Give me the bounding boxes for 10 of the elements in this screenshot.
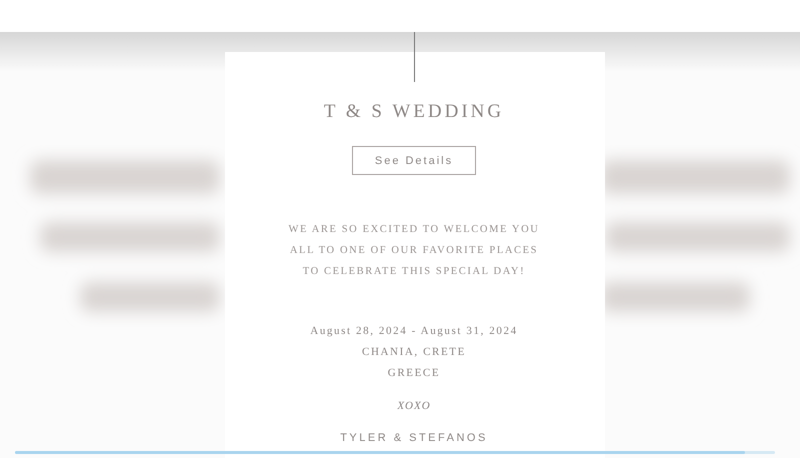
see-details-button[interactable]: See Details [352, 146, 476, 175]
signoff-text: XOXO [397, 400, 431, 412]
event-detail: GREECE [386, 366, 442, 381]
couple-names: TYLER & STEFANOS [340, 432, 488, 444]
welcome-text: WE ARE SO EXCITED TO WELCOME YOU [288, 223, 540, 237]
event-detail: CHANIA, CRETE [361, 345, 467, 360]
event-detail: August 28, 2024 - August 31, 2024 [310, 324, 518, 339]
welcome-text: ALL TO ONE OF OUR FAVORITE PLACES [288, 244, 540, 258]
wedding-title: T & S WEDDING [324, 100, 504, 124]
welcome-text: TO CELEBRATE THIS SPECIAL DAY! [302, 265, 526, 279]
